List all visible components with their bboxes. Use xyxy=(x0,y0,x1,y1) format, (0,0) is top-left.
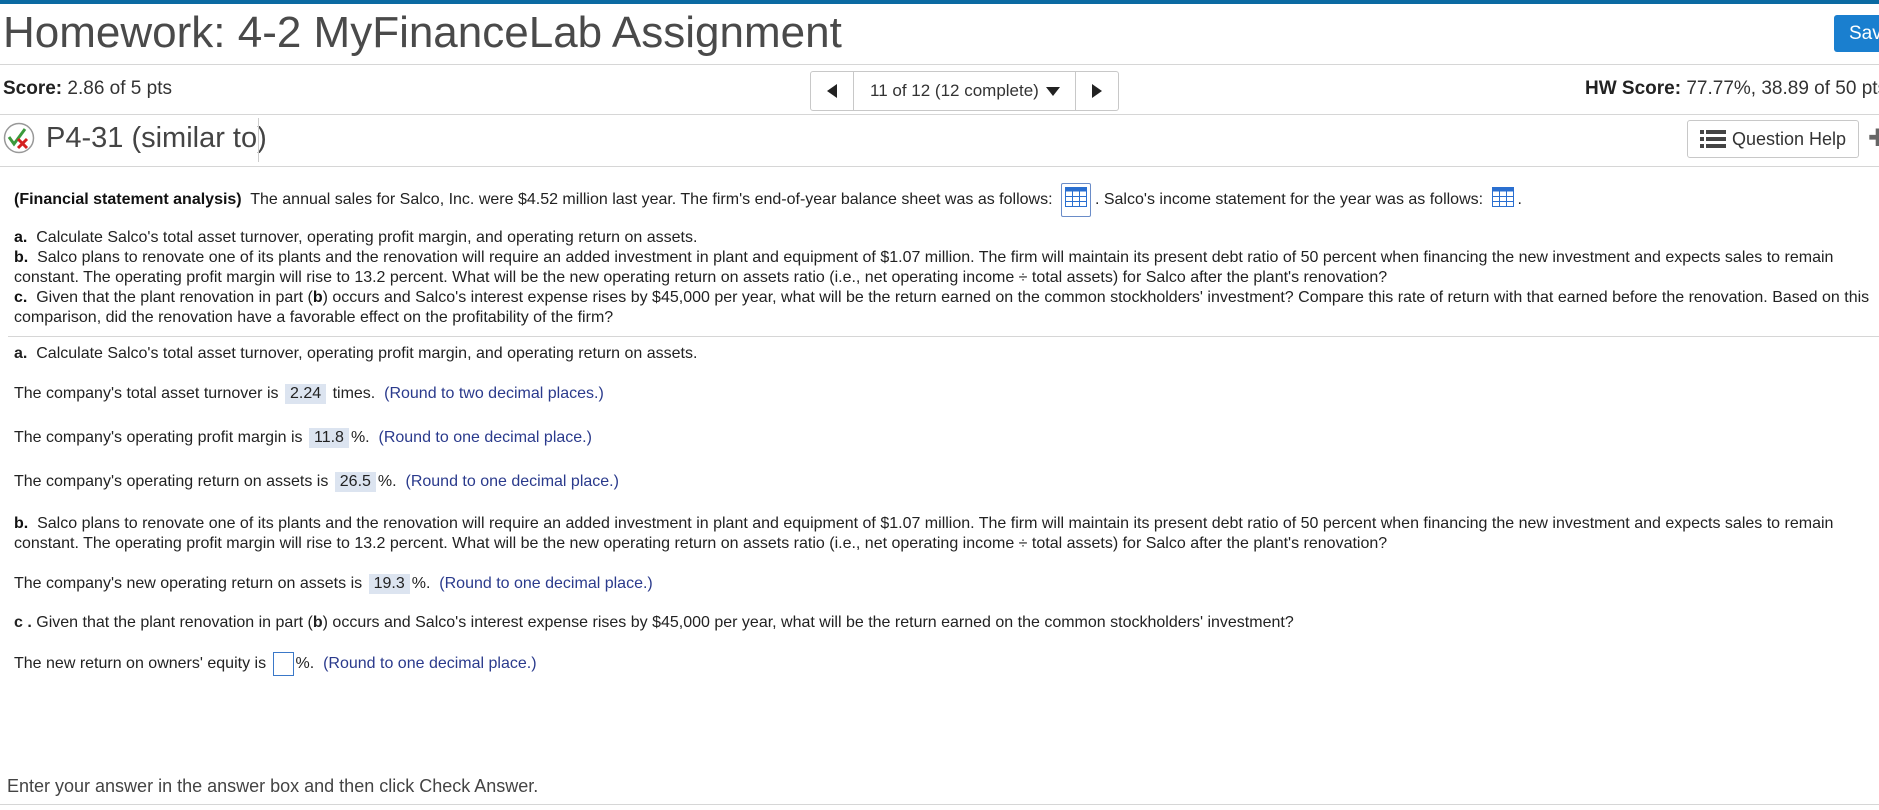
problem-topic: (Financial statement analysis) xyxy=(14,191,242,209)
rounding-hint: (Round to one decimal place.) xyxy=(378,429,592,446)
divider xyxy=(8,336,1879,337)
roe-input[interactable] xyxy=(272,652,294,676)
divider xyxy=(258,118,259,162)
balance-sheet-table-icon[interactable] xyxy=(1060,183,1091,217)
hw-score-label: HW Score: xyxy=(1585,78,1682,99)
turnover-answer[interactable]: 2.24 xyxy=(284,384,327,404)
part-ref: b xyxy=(312,289,323,306)
rounding-hint: (Round to one decimal place.) xyxy=(405,473,619,490)
divider xyxy=(0,114,1879,115)
table-grid-icon xyxy=(1491,187,1514,207)
problem-part-a: a. Calculate Salco's total asset turnove… xyxy=(14,228,1879,248)
answer-unit: %. xyxy=(411,575,431,592)
roa-answer[interactable]: 26.5 xyxy=(334,472,376,492)
problem-intro: (Financial statement analysis) The annua… xyxy=(14,183,1879,217)
divider xyxy=(0,804,1879,805)
new-roa-answer[interactable]: 19.3 xyxy=(368,574,410,594)
save-button[interactable]: Save xyxy=(1834,15,1879,52)
triangle-right-icon xyxy=(1091,84,1102,98)
part-text: Salco plans to renovate one of its plant… xyxy=(14,249,1834,286)
score: Score: 2.86 of 5 pts xyxy=(3,78,172,100)
part-text: Calculate Salco's total asset turnover, … xyxy=(36,345,698,362)
part-label: c. xyxy=(14,289,28,306)
part-text: Calculate Salco's total asset turnover, … xyxy=(36,229,698,246)
answer-prompt: The company's operating profit margin is xyxy=(14,429,303,446)
part-label: a. xyxy=(14,345,28,362)
answer-prompt: The company's total asset turnover is xyxy=(14,385,279,402)
question-navigator: 11 of 12 (12 complete) xyxy=(810,71,1119,111)
top-accent-bar xyxy=(0,0,1879,4)
score-label: Score: xyxy=(3,78,63,99)
problem-part-b: b. Salco plans to renovate one of its pl… xyxy=(14,248,1879,288)
answer-prompt: The new return on owners' equity is xyxy=(14,655,267,673)
answer-prompt: The company's new operating return on as… xyxy=(14,575,363,592)
divider xyxy=(0,166,1879,167)
footer-instruction: Enter your answer in the answer box and … xyxy=(7,776,539,796)
question-help-button[interactable]: Question Help xyxy=(1687,120,1859,158)
answer-unit: %. xyxy=(295,655,315,673)
answer-part-a-heading: a. Calculate Salco's total asset turnove… xyxy=(14,345,697,363)
margin-row: The company's operating profit margin is… xyxy=(14,428,592,448)
problem-parts: a. Calculate Salco's total asset turnove… xyxy=(14,228,1879,328)
part-text: Given that the plant renovation in part … xyxy=(36,289,313,306)
triangle-left-icon xyxy=(827,84,837,98)
problem-text: . xyxy=(1517,191,1522,209)
part-ref: b xyxy=(312,614,323,631)
hw-score: HW Score: 77.77%, 38.89 of 50 pts xyxy=(1585,78,1879,100)
answer-part-b-heading: b. Salco plans to renovate one of its pl… xyxy=(14,514,1879,554)
rounding-hint: (Round to one decimal place.) xyxy=(323,655,537,673)
part-label: b. xyxy=(14,515,29,532)
question-position: 11 of 12 (12 complete) xyxy=(870,81,1039,100)
hw-score-value: 77.77%, 38.89 of 50 pts xyxy=(1686,78,1879,99)
triangle-down-icon xyxy=(1045,87,1060,96)
problem-text: . Salco's income statement for the year … xyxy=(1094,191,1484,209)
part-label: a. xyxy=(14,229,28,246)
answer-unit: %. xyxy=(377,473,397,490)
rounding-hint: (Round to two decimal places.) xyxy=(384,385,604,402)
answer-prompt: The company's operating return on assets… xyxy=(14,473,329,490)
rounding-hint: (Round to one decimal place.) xyxy=(439,575,653,592)
part-text: Given that the plant renovation in part … xyxy=(36,614,313,631)
next-question-button[interactable] xyxy=(1074,72,1118,110)
answer-unit: %. xyxy=(350,429,370,446)
new-roa-row: The company's new operating return on as… xyxy=(14,574,653,594)
more-options-icon[interactable]: ✚ xyxy=(1868,124,1879,153)
part-label: b. xyxy=(14,249,29,266)
turnover-row: The company's total asset turnover is 2.… xyxy=(14,384,604,404)
part-text: ) occurs and Salco's interest expense ri… xyxy=(322,614,1294,631)
divider xyxy=(0,64,1879,65)
margin-answer[interactable]: 11.8 xyxy=(308,428,349,448)
roa-row: The company's operating return on assets… xyxy=(14,472,619,492)
question-select[interactable]: 11 of 12 (12 complete) xyxy=(854,72,1075,110)
question-title: P4-31 (similar to) xyxy=(46,122,267,154)
partial-correct-icon xyxy=(3,122,35,154)
answer-part-c-heading: c . Given that the plant renovation in p… xyxy=(14,614,1294,632)
score-value: 2.86 of 5 pts xyxy=(67,78,172,99)
question-help-label: Question Help xyxy=(1732,128,1847,149)
problem-part-c: c. Given that the plant renovation in pa… xyxy=(14,288,1879,328)
prev-question-button[interactable] xyxy=(811,72,854,110)
table-grid-icon xyxy=(1064,187,1087,207)
answer-unit: times. xyxy=(332,385,376,402)
problem-text: The annual sales for Salco, Inc. were $4… xyxy=(250,191,1053,209)
roe-row: The new return on owners' equity is %. (… xyxy=(14,652,537,676)
part-text: Salco plans to renovate one of its plant… xyxy=(14,515,1834,552)
part-label: c . xyxy=(14,614,32,631)
list-icon xyxy=(1700,130,1726,148)
page-title: Homework: 4-2 MyFinanceLab Assignment xyxy=(3,8,842,57)
income-statement-table-icon[interactable] xyxy=(1491,187,1514,213)
